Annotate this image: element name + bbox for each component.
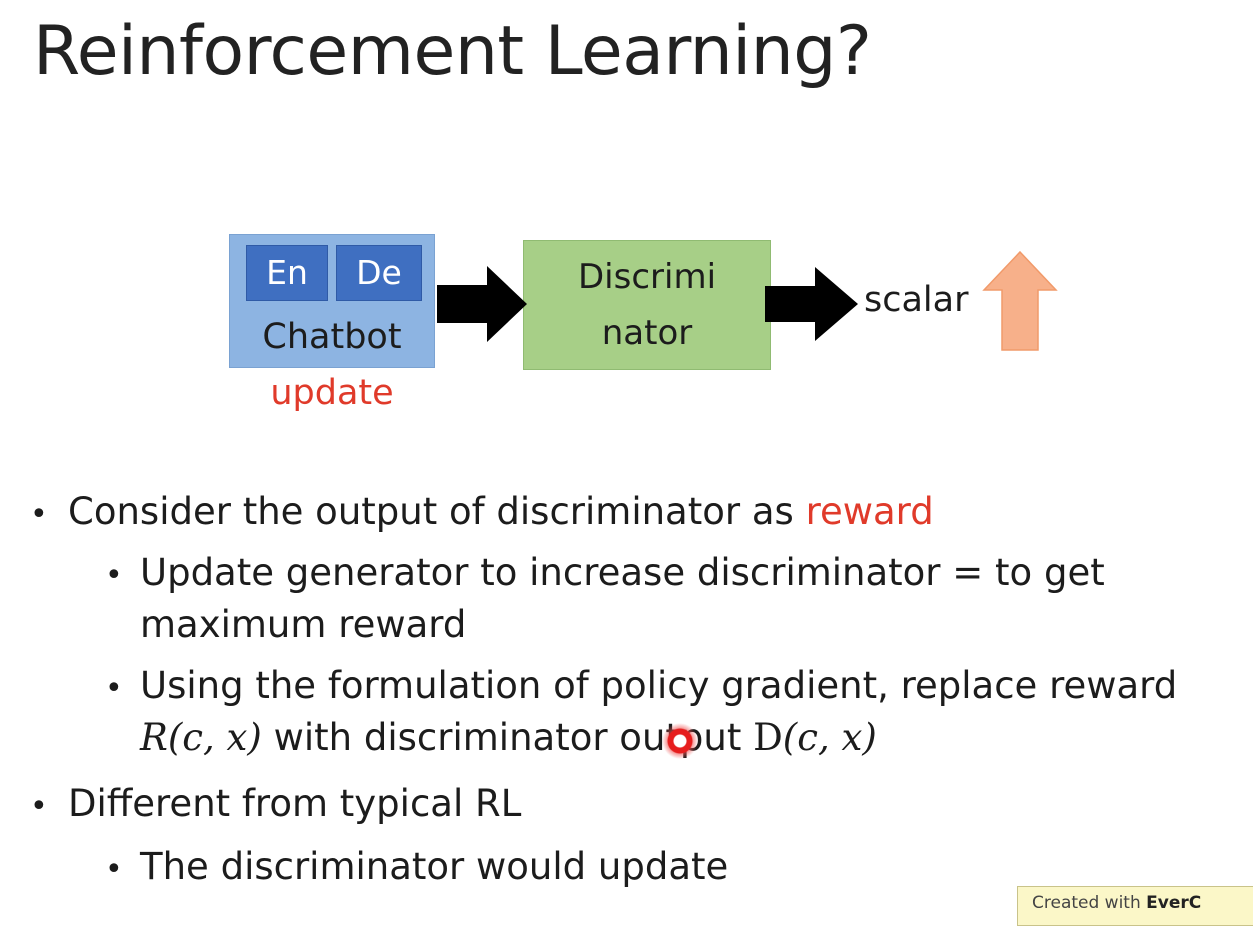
bullet-dot: • xyxy=(105,671,123,706)
bullet-policy-gradient-line2: R(c, x) with discriminator output D(c, x… xyxy=(140,716,877,759)
bullet-policy-gradient-line1: Using the formulation of policy gradient… xyxy=(140,664,1178,707)
bullet-list: • Consider the output of discriminator a… xyxy=(0,0,1253,914)
bullet-update-generator-line2: maximum reward xyxy=(140,603,467,646)
reward-highlight: reward xyxy=(805,490,934,533)
bullet-dot: • xyxy=(105,558,123,593)
reward-formula: R(c, x) xyxy=(140,716,262,759)
watermark-prefix: Created with xyxy=(1032,893,1147,913)
bullet-discriminator-update: The discriminator would update xyxy=(140,845,729,888)
discriminator-formula-name: D xyxy=(753,716,783,759)
bullet-dot: • xyxy=(30,497,48,532)
bullet-update-generator-line1: Update generator to increase discriminat… xyxy=(140,551,1105,594)
watermark-brand: EverC xyxy=(1146,893,1202,913)
bullet-different-from-rl: Different from typical RL xyxy=(68,782,522,825)
pointer-dot-icon xyxy=(662,723,698,759)
bullet-text: Consider the output of discriminator as xyxy=(68,490,806,533)
bullet-dot: • xyxy=(105,852,123,887)
bullet-consider-reward: Consider the output of discriminator as … xyxy=(68,490,934,533)
bullet-dot: • xyxy=(30,789,48,824)
watermark-badge: Created with EverC xyxy=(1017,886,1253,926)
discriminator-formula-args: (c, x) xyxy=(782,716,877,759)
